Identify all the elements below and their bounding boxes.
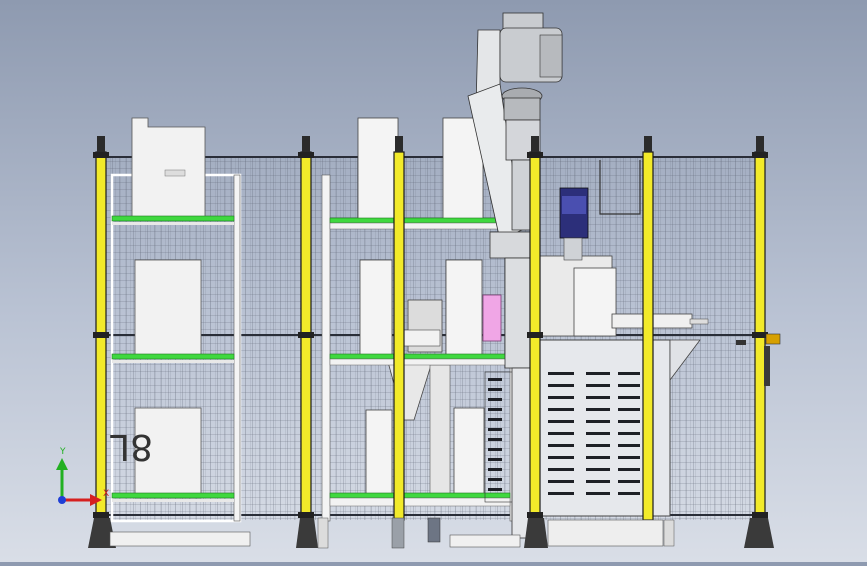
base-feet <box>88 517 774 549</box>
part-label-8l: 8L <box>110 426 153 467</box>
cad-drawing[interactable]: 8L Y X <box>0 0 867 562</box>
axis-x-label: X <box>103 489 109 499</box>
axis-y-label: Y <box>59 447 66 457</box>
cad-viewport[interactable]: 8L Y X <box>0 0 867 562</box>
